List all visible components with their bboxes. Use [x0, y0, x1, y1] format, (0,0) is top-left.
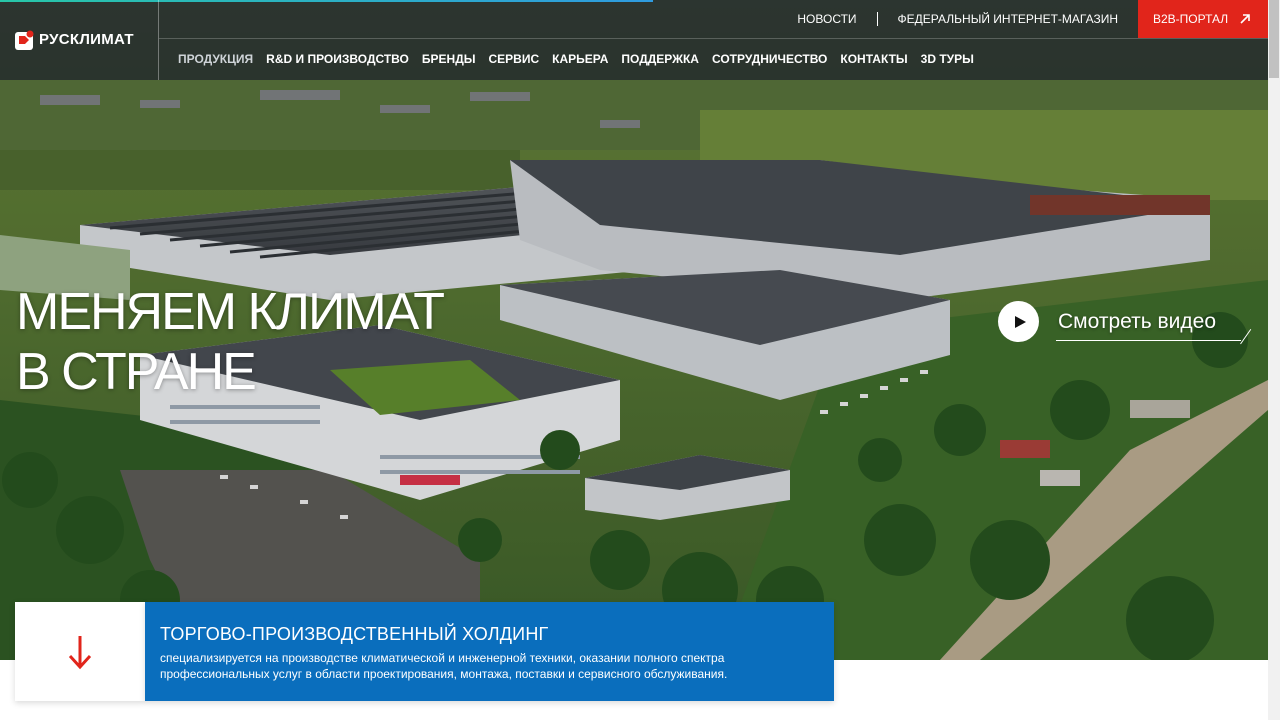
video-underline [1056, 340, 1241, 341]
logo-link[interactable]: РУСКЛИМАТ [0, 0, 159, 80]
play-button[interactable] [998, 301, 1039, 342]
top-links: НОВОСТИ ФЕДЕРАЛЬНЫЙ ИНТЕРНЕТ-МАГАЗИН B2B… [777, 0, 1268, 38]
b2b-portal-label: B2B-ПОРТАЛ [1153, 12, 1229, 26]
logo-text: РУСКЛИМАТ [39, 31, 134, 48]
hero-headline-line1: МЕНЯЕМ КЛИМАТ [16, 283, 445, 341]
page-scrollbar[interactable] [1268, 0, 1280, 720]
b2b-portal-button[interactable]: B2B-ПОРТАЛ [1138, 0, 1268, 38]
nav-item-products[interactable]: ПРОДУКЦИЯ [178, 52, 253, 66]
scroll-down-button[interactable] [15, 602, 145, 701]
arrow-down-icon [68, 635, 92, 669]
nav-item-3d-tours[interactable]: 3D ТУРЫ [921, 52, 974, 66]
nav-item-service[interactable]: СЕРВИС [489, 52, 540, 66]
nav-item-brands[interactable]: БРЕНДЫ [422, 52, 476, 66]
nav-item-rnd[interactable]: R&D И ПРОИЗВОДСТВО [266, 52, 409, 66]
nav-item-support[interactable]: ПОДДЕРЖКА [621, 52, 699, 66]
company-info-text: специализируется на производстве климати… [160, 651, 728, 681]
nav-item-cooperation[interactable]: СОТРУДНИЧЕСТВО [712, 52, 827, 66]
site-header: РУСКЛИМАТ НОВОСТИ ФЕДЕРАЛЬНЫЙ ИНТЕРНЕТ-М… [0, 0, 1268, 80]
rusklimat-logo-icon [15, 30, 34, 50]
header-divider [159, 38, 1268, 39]
top-link-news[interactable]: НОВОСТИ [777, 12, 876, 26]
watch-video-button[interactable]: Смотреть видео [998, 301, 1216, 342]
watch-video-label: Смотреть видео [1058, 309, 1216, 333]
nav-item-contacts[interactable]: КОНТАКТЫ [840, 52, 907, 66]
hero-headline-line2: В СТРАНЕ [16, 343, 257, 401]
company-info-title: ТОРГОВО-ПРОИЗВОДСТВЕННЫЙ ХОЛДИНГ [160, 624, 549, 644]
arrow-up-right-icon [1240, 14, 1250, 24]
nav-item-career[interactable]: КАРЬЕРА [552, 52, 608, 66]
main-nav: ПРОДУКЦИЯ R&D И ПРОИЗВОДСТВО БРЕНДЫ СЕРВ… [178, 52, 987, 66]
top-link-online-shop[interactable]: ФЕДЕРАЛЬНЫЙ ИНТЕРНЕТ-МАГАЗИН [878, 12, 1138, 26]
hero-headline: МЕНЯЕМ КЛИМАТ В СТРАНЕ [16, 282, 445, 402]
company-info-card: ТОРГОВО-ПРОИЗВОДСТВЕННЫЙ ХОЛДИНГ специал… [145, 602, 834, 701]
play-icon [1014, 315, 1026, 328]
scrollbar-thumb[interactable] [1269, 0, 1279, 78]
